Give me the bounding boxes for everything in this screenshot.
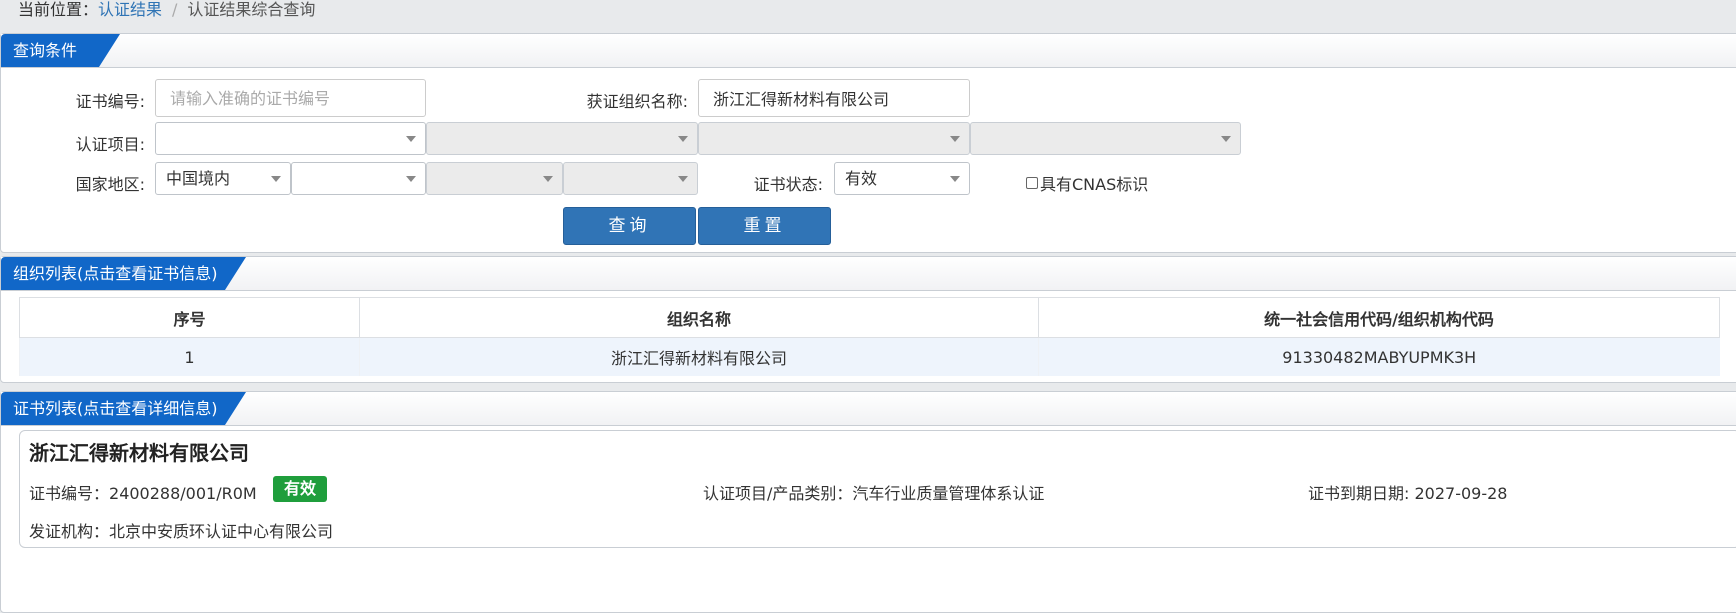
chevron-down-icon: [950, 136, 960, 142]
org-table: 序号 组织名称 统一社会信用代码/组织机构代码 1 浙江汇得新材料有限公司 91…: [19, 297, 1720, 376]
column-header-credit-code: 统一社会信用代码/组织机构代码: [1038, 297, 1720, 338]
breadcrumb-link-results[interactable]: 认证结果: [98, 0, 162, 19]
chevron-down-icon: [543, 176, 553, 182]
org-list-panel: 组织列表(点击查看证书信息) 序号 组织名称 统一社会信用代码/组织机构代码 1…: [0, 256, 1736, 383]
cert-card-org-name: 浙江汇得新材料有限公司: [29, 441, 249, 465]
cert-item-select-1[interactable]: [155, 122, 426, 155]
cert-item-select-2[interactable]: [426, 122, 698, 155]
issuer-text-value: 北京中安质环认证中心有限公司: [109, 522, 334, 541]
cnas-checkbox[interactable]: 具有CNAS标识: [1026, 171, 1148, 195]
status-select-value: 有效: [845, 169, 878, 188]
cert-expiry-text-label: 证书到期日期:: [1308, 484, 1415, 503]
breadcrumb-current: 认证结果综合查询: [187, 0, 316, 19]
region-select-country[interactable]: 中国境内: [155, 162, 291, 195]
region-select-district[interactable]: [563, 162, 698, 195]
region-label: 国家地区:: [75, 175, 145, 194]
cert-no-text-value: 2400288/001/R0M: [109, 484, 257, 503]
issuer-text-label: 发证机构：: [29, 522, 110, 541]
org-table-header-row: 序号 组织名称 统一社会信用代码/组织机构代码: [19, 297, 1720, 338]
checkbox-icon[interactable]: [1026, 177, 1038, 189]
breadcrumb-prefix: 当前位置：: [18, 0, 99, 19]
column-header-index: 序号: [19, 297, 360, 338]
cert-card[interactable]: 浙江汇得新材料有限公司 证书编号：2400288/001/R0M 有效 认证项目…: [19, 430, 1736, 548]
org-list-panel-header: 组织列表(点击查看证书信息): [1, 257, 1736, 291]
table-row[interactable]: 1 浙江汇得新材料有限公司 91330482MABYUPMK3H: [19, 337, 1720, 376]
chevron-down-icon: [678, 176, 688, 182]
org-name-label: 获证组织名称:: [586, 92, 688, 111]
cert-list-panel: 证书列表(点击查看详细信息) 浙江汇得新材料有限公司 证书编号：2400288/…: [0, 391, 1736, 613]
cert-item-text-value: 汽车行业质量管理体系认证: [852, 484, 1045, 503]
chevron-down-icon: [678, 136, 688, 142]
cert-no-text-label: 证书编号：: [29, 484, 110, 503]
breadcrumb-separator: /: [172, 0, 178, 19]
query-panel: 查询条件 证书编号: 获证组织名称: 认证项目: 国家地区: 中国境内 证书状态…: [0, 33, 1736, 253]
cert-item-text: 认证项目/产品类别：汽车行业质量管理体系认证: [703, 480, 1044, 504]
chevron-down-icon: [271, 176, 281, 182]
cert-list-panel-header: 证书列表(点击查看详细信息): [1, 392, 1736, 426]
cert-item-select-3[interactable]: [698, 122, 970, 155]
cert-expiry-text-value: 2027-09-28: [1414, 484, 1508, 503]
region-select-city[interactable]: [426, 162, 563, 195]
cert-list-panel-tab: 证书列表(点击查看详细信息): [1, 392, 246, 425]
chevron-down-icon: [406, 176, 416, 182]
cert-no-input[interactable]: [155, 79, 426, 117]
cert-expiry-text: 证书到期日期: 2027-09-28: [1308, 480, 1507, 504]
cert-item-text-label: 认证项目/产品类别：: [703, 484, 853, 503]
query-panel-tab: 查询条件: [1, 34, 120, 67]
issuer-text: 发证机构：北京中安质环认证中心有限公司: [29, 518, 333, 542]
cert-item-select-4[interactable]: [970, 122, 1241, 155]
column-header-org-name: 组织名称: [359, 297, 1039, 338]
breadcrumb: 当前位置：认证结果 / 认证结果综合查询: [18, 0, 315, 20]
reset-button[interactable]: 重置: [698, 207, 831, 245]
cert-no-label: 证书编号:: [75, 92, 145, 111]
cnas-checkbox-label: 具有CNAS标识: [1040, 175, 1149, 194]
chevron-down-icon: [406, 136, 416, 142]
chevron-down-icon: [950, 176, 960, 182]
cell-org-name: 浙江汇得新材料有限公司: [359, 337, 1039, 376]
cert-no-text: 证书编号：2400288/001/R0M: [29, 480, 257, 504]
cert-item-label: 认证项目:: [75, 135, 145, 154]
region-select-province[interactable]: [291, 162, 426, 195]
query-panel-header: 查询条件: [1, 34, 1736, 68]
status-badge: 有效: [273, 476, 328, 502]
org-name-input[interactable]: [698, 79, 970, 117]
org-list-panel-tab: 组织列表(点击查看证书信息): [1, 257, 246, 290]
status-label: 证书状态:: [753, 175, 823, 194]
status-select[interactable]: 有效: [834, 162, 970, 195]
chevron-down-icon: [1221, 136, 1231, 142]
search-button[interactable]: 查询: [563, 207, 696, 245]
cell-credit-code: 91330482MABYUPMK3H: [1038, 337, 1720, 376]
region-select-country-value: 中国境内: [166, 169, 231, 188]
cell-index: 1: [19, 337, 360, 376]
